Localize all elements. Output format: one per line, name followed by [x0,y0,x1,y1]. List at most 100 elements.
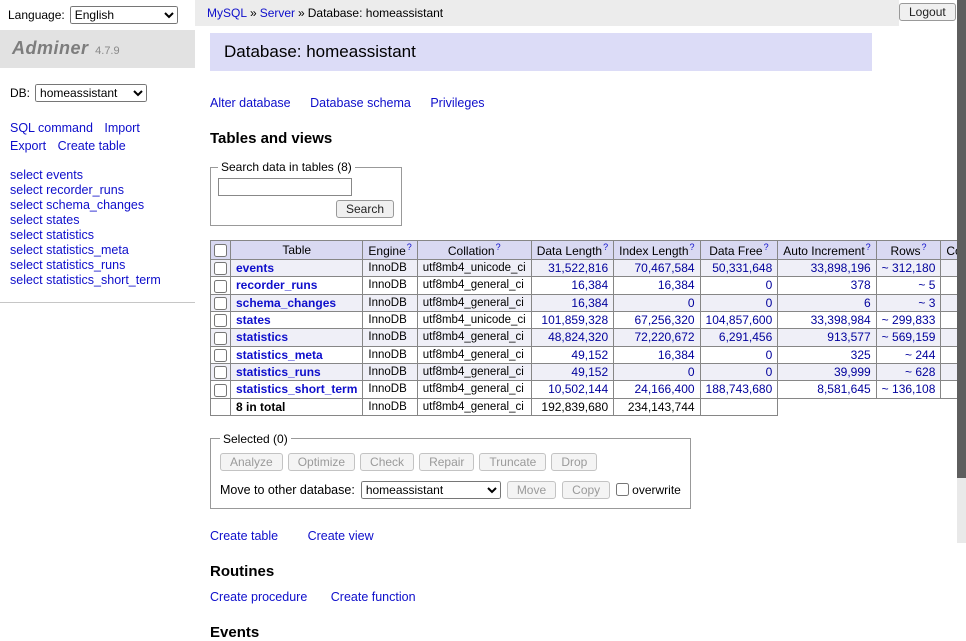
select-all-checkbox[interactable] [214,244,227,257]
action-link-privileges[interactable]: Privileges [430,96,484,110]
table-name-link[interactable]: statistics [236,330,288,344]
optimize-button[interactable]: Optimize [288,453,355,471]
table-name-link[interactable]: states [236,313,271,327]
column-help-link[interactable]: ? [922,242,927,252]
row-checkbox[interactable] [214,262,227,275]
column-header: Table [231,241,363,260]
copy-button[interactable]: Copy [562,481,610,499]
create-view-link[interactable]: Create view [308,529,374,543]
sidebar-item-select-states[interactable]: select states [10,213,79,227]
main-area: MySQL»Server»Database: homeassistant Log… [195,0,957,543]
row-checkbox[interactable] [214,366,227,379]
engine-cell: InnoDB [363,381,417,398]
table-name-link[interactable]: schema_changes [236,296,336,310]
rows-cell: ~ 136,108 [876,381,941,398]
table-name-cell: recorder_runs [231,277,363,294]
breadcrumb-current: Database: homeassistant [308,6,443,20]
create-procedure-link[interactable]: Create procedure [210,590,307,604]
language-select[interactable]: English [70,6,178,24]
index-length-cell: 16,384 [614,346,700,363]
language-row: Language: English [0,0,195,30]
move-button[interactable]: Move [507,481,556,499]
collation-cell: utf8mb4_general_ci [417,294,531,311]
routines-heading: Routines [210,563,942,580]
data-length-cell: 49,152 [531,346,613,363]
tables-header-row: TableEngine?Collation?Data Length?Index … [211,241,966,260]
row-checkbox[interactable] [214,384,227,397]
breadcrumb-link-server[interactable]: Server [260,6,295,20]
column-header: Collation? [417,241,531,260]
table-name-link[interactable]: statistics_short_term [236,382,357,396]
column-help-link[interactable]: ? [866,242,871,252]
sidebar-item-select-statistics-meta[interactable]: select statistics_meta [10,243,129,257]
analyze-button[interactable]: Analyze [220,453,283,471]
sidebar-item-select-statistics[interactable]: select statistics [10,228,94,242]
column-header-label: Data Length [537,244,602,258]
table-name-cell: events [231,260,363,277]
column-help-link[interactable]: ? [603,242,608,252]
list-item: select states [10,213,185,227]
move-db-select[interactable]: homeassistant [361,481,501,499]
create-table-link[interactable]: Create table [210,529,278,543]
row-checkbox[interactable] [214,280,227,293]
sidebar-item-select-events[interactable]: select events [10,168,83,182]
column-header: Auto Increment? [778,241,876,260]
repair-button[interactable]: Repair [419,453,474,471]
row-checkbox[interactable] [214,349,227,362]
sidebar-item-select-statistics-runs[interactable]: select statistics_runs [10,258,125,272]
action-link-alter-database[interactable]: Alter database [210,96,291,110]
data-length-cell: 101,859,328 [531,311,613,328]
breadcrumb-link-mysql[interactable]: MySQL [207,6,247,20]
column-help-link[interactable]: ? [496,242,501,252]
scrollbar[interactable] [957,0,966,543]
check-button[interactable]: Check [360,453,414,471]
scrollbar-thumb[interactable] [957,0,966,478]
column-help-link[interactable]: ? [407,242,412,252]
auto-increment-cell: 378 [778,277,876,294]
total-data-length-cell: 192,839,680 [531,398,613,415]
content: Database: homeassistant Alter database D… [195,26,957,641]
list-item: select statistics_short_term [10,273,185,287]
drop-button[interactable]: Drop [551,453,597,471]
table-name-link[interactable]: statistics_runs [236,365,321,379]
row-checkbox[interactable] [214,332,227,345]
collation-cell: utf8mb4_unicode_ci [417,311,531,328]
sidebar-item-select-schema-changes[interactable]: select schema_changes [10,198,144,212]
search-input[interactable] [218,178,352,196]
row-checkbox-cell [211,260,231,277]
row-checkbox[interactable] [214,297,227,310]
search-button[interactable]: Search [336,200,394,218]
row-checkbox[interactable] [214,314,227,327]
overwrite-checkbox[interactable] [616,483,629,496]
table-name-cell: statistics [231,329,363,346]
truncate-button[interactable]: Truncate [479,453,546,471]
overwrite-control: overwrite [616,483,681,497]
sidebar-link-create-table[interactable]: Create table [58,139,126,153]
db-row: DB: homeassistant [0,68,195,104]
sidebar-link-sql-command[interactable]: SQL command [10,121,93,135]
table-name-link[interactable]: statistics_meta [236,348,323,362]
table-name-link[interactable]: recorder_runs [236,278,317,292]
breadcrumb-separator: » [250,6,257,20]
select-all-cell [211,241,231,260]
total-spacer [778,398,876,415]
logout-button[interactable]: Logout [899,3,956,21]
list-item: select statistics_meta [10,243,185,257]
action-link-database-schema[interactable]: Database schema [310,96,411,110]
row-checkbox-cell [211,311,231,328]
sidebar-item-select-statistics-short-term[interactable]: select statistics_short_term [10,273,161,287]
table-name-link[interactable]: events [236,261,274,275]
tables-heading: Tables and views [210,130,942,147]
rows-cell: ~ 299,833 [876,311,941,328]
column-help-link[interactable]: ? [690,242,695,252]
db-select[interactable]: homeassistant [35,84,147,102]
sidebar-link-import[interactable]: Import [104,121,139,135]
create-function-link[interactable]: Create function [331,590,416,604]
table-name-cell: states [231,311,363,328]
collation-cell: utf8mb4_general_ci [417,363,531,380]
column-help-link[interactable]: ? [764,242,769,252]
column-header-label: Table [282,243,311,257]
collation-cell: utf8mb4_general_ci [417,346,531,363]
sidebar-item-select-recorder-runs[interactable]: select recorder_runs [10,183,124,197]
sidebar-link-export[interactable]: Export [10,139,46,153]
